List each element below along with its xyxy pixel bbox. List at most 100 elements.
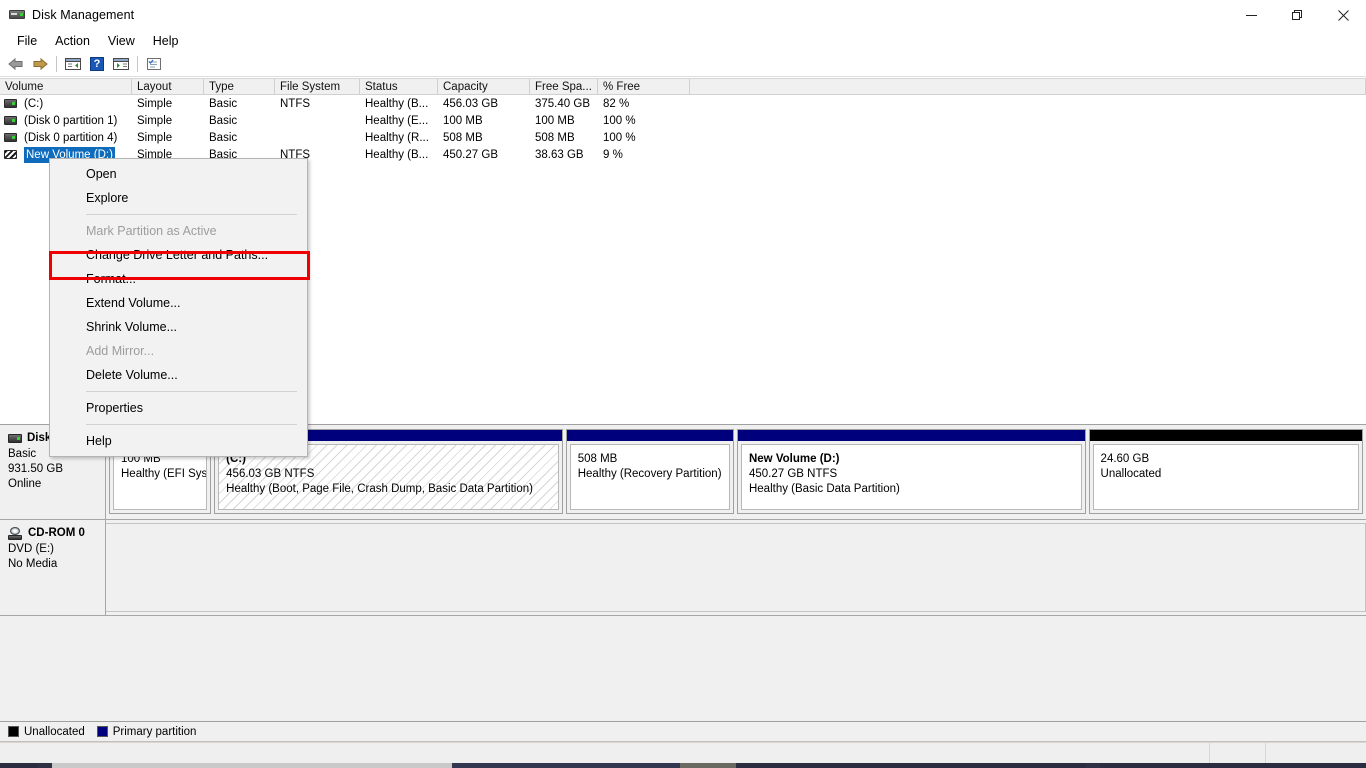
properties-icon	[147, 58, 161, 70]
disk-info-line: 931.50 GB	[8, 463, 63, 475]
context-menu-item-delete-volume[interactable]: Delete Volume...	[50, 363, 307, 387]
action-pane-icon	[113, 58, 129, 70]
help-question-icon: ?	[90, 57, 104, 71]
context-menu-item-open[interactable]: Open	[50, 162, 307, 186]
partition-title: New Volume (D:)	[748, 453, 840, 465]
help-button[interactable]: ?	[85, 53, 109, 75]
column-header-capacity[interactable]: Capacity	[438, 79, 530, 94]
close-button[interactable]	[1320, 0, 1366, 30]
volume-cell: (Disk 0 partition 1)	[0, 113, 132, 129]
context-menu-item-mark-partition-as-active: Mark Partition as Active	[86, 224, 217, 238]
taskbar-segment	[680, 763, 736, 768]
table-row[interactable]: (Disk 0 partition 1) Simple Basic Healthy (…	[0, 112, 1366, 129]
show-hide-console-tree-button[interactable]	[61, 53, 85, 75]
type-cell: Basic	[209, 114, 238, 127]
minimize-button[interactable]	[1228, 0, 1274, 30]
partition-line: 24.60 GB	[1100, 453, 1150, 465]
partition-details: 24.60 GB Unallocated	[1092, 444, 1359, 510]
context-menu-item-shrink-volume[interactable]: Shrink Volume...	[50, 315, 307, 339]
column-header-type[interactable]: Type	[204, 79, 275, 94]
menu-action[interactable]: Action	[46, 32, 99, 51]
partition-block[interactable]: 24.60 GB Unallocated	[1088, 429, 1363, 514]
percent-free-cell: 82 %	[603, 97, 630, 110]
context-menu-item-extend-volume[interactable]: Extend Volume...	[50, 291, 307, 315]
context-menu-separator	[86, 391, 297, 392]
volume-cell: (C:)	[0, 96, 132, 112]
disk-info-line: DVD (E:)	[8, 543, 54, 555]
back-button[interactable]	[4, 53, 28, 75]
legend-label: Unallocated	[24, 725, 85, 738]
disk-info-panel[interactable]: CD-ROM 0 DVD (E:) No Media	[0, 520, 106, 615]
context-menu-item-help[interactable]: Help	[50, 429, 307, 453]
partition-line: Unallocated	[1100, 468, 1162, 480]
partition-details: New Volume (D:) 450.27 GB NTFS Healthy (Ba…	[740, 444, 1082, 510]
back-arrow-icon	[8, 57, 23, 71]
taskbar	[0, 763, 1366, 768]
column-header-layout[interactable]: Layout	[132, 79, 204, 94]
status-cell: Healthy (B...	[365, 97, 429, 110]
volume-label: (Disk 0 partition 1)	[24, 114, 118, 127]
partition-line: Healthy (Recovery Partition)	[577, 468, 722, 480]
disk-name: CD-ROM 0	[28, 527, 85, 539]
partition-line: 450.27 GB NTFS	[748, 468, 838, 480]
column-header--free[interactable]: % Free	[598, 79, 690, 94]
menu-file[interactable]: File	[8, 32, 46, 51]
empty-partition-area	[106, 523, 1366, 612]
disk-graphic-pane: Disk 0 Basic 931.50 GB Online 100 MB Healthy …	[0, 424, 1366, 721]
legend-label: Primary partition	[112, 725, 197, 738]
volume-drive-icon	[4, 133, 17, 142]
restore-button[interactable]	[1274, 0, 1320, 30]
partition-line: Healthy (EFI System	[121, 468, 208, 480]
type-cell: Basic	[209, 131, 238, 144]
partition-line: Healthy (Boot, Page File, Crash Dump, Ba…	[226, 483, 533, 495]
volume-label: (Disk 0 partition 4)	[24, 131, 118, 144]
context-menu-separator	[86, 424, 297, 425]
table-row[interactable]: (Disk 0 partition 4) Simple Basic Healthy (…	[0, 129, 1366, 146]
partition-line: Healthy (Basic Data Partition)	[748, 483, 900, 495]
capacity-cell: 100 MB	[443, 114, 483, 127]
show-action-pane-button[interactable]	[109, 53, 133, 75]
menu-help[interactable]: Help	[144, 32, 188, 51]
status-strip	[0, 742, 1366, 763]
properties-button[interactable]	[142, 53, 166, 75]
context-menu-item-format[interactable]: Format...	[50, 267, 307, 291]
menu-view[interactable]: View	[99, 32, 144, 51]
context-menu-item-change-drive-letter-and-paths[interactable]: Change Drive Letter and Paths...	[50, 243, 307, 267]
volume-list: Volume Layout Type File System Status Capacit…	[0, 78, 1366, 163]
disk-drive-icon	[9, 7, 25, 23]
layout-cell: Simple	[137, 114, 173, 127]
volume-list-body: (C:) Simple Basic NTFS Healthy (B... 456.03 G…	[0, 95, 1366, 163]
title-bar: Disk Management	[0, 0, 1366, 30]
partition-block[interactable]: New Volume (D:) 450.27 GB NTFS Healthy (Ba…	[736, 429, 1086, 514]
column-header-status[interactable]: Status	[360, 79, 438, 94]
capacity-cell: 508 MB	[443, 131, 483, 144]
capacity-cell: 456.03 GB	[443, 97, 498, 110]
disk-title: CD-ROM 0	[8, 526, 99, 541]
column-header-free-spa[interactable]: Free Spa...	[530, 79, 598, 94]
volume-list-header: Volume Layout Type File System Status Capacit…	[0, 78, 1366, 95]
percent-free-cell: 100 %	[603, 131, 636, 144]
layout-cell: Simple	[137, 131, 173, 144]
forward-button[interactable]	[28, 53, 52, 75]
column-header-file-system[interactable]: File System	[275, 79, 360, 94]
volume-drive-selected-icon	[4, 150, 17, 159]
cdrom-icon	[8, 527, 23, 540]
context-menu-item-explore[interactable]: Explore	[50, 186, 307, 210]
capacity-cell: 450.27 GB	[443, 148, 498, 161]
context-menu-item-add-mirror: Add Mirror...	[86, 344, 155, 358]
taskbar-segment	[452, 763, 680, 768]
legend: Unallocated Primary partition	[0, 721, 1366, 742]
console-tree-icon	[65, 58, 81, 70]
context-menu-item-properties[interactable]: Properties	[50, 396, 307, 420]
partition-color-bar	[566, 430, 733, 441]
partition-details: 508 MB Healthy (Recovery Partition)	[569, 444, 730, 510]
table-row[interactable]: (C:) Simple Basic NTFS Healthy (B... 456.03 G…	[0, 95, 1366, 112]
legend-swatch	[96, 726, 108, 737]
disk-info-line: Online	[8, 478, 42, 490]
disk-block[interactable]: CD-ROM 0 DVD (E:) No Media	[0, 520, 1366, 616]
partition-color-bar	[737, 430, 1085, 441]
column-header-volume[interactable]: Volume	[0, 79, 132, 94]
percent-free-cell: 100 %	[603, 114, 636, 127]
partition-block[interactable]: 508 MB Healthy (Recovery Partition)	[565, 429, 734, 514]
type-cell: Basic	[209, 97, 238, 110]
